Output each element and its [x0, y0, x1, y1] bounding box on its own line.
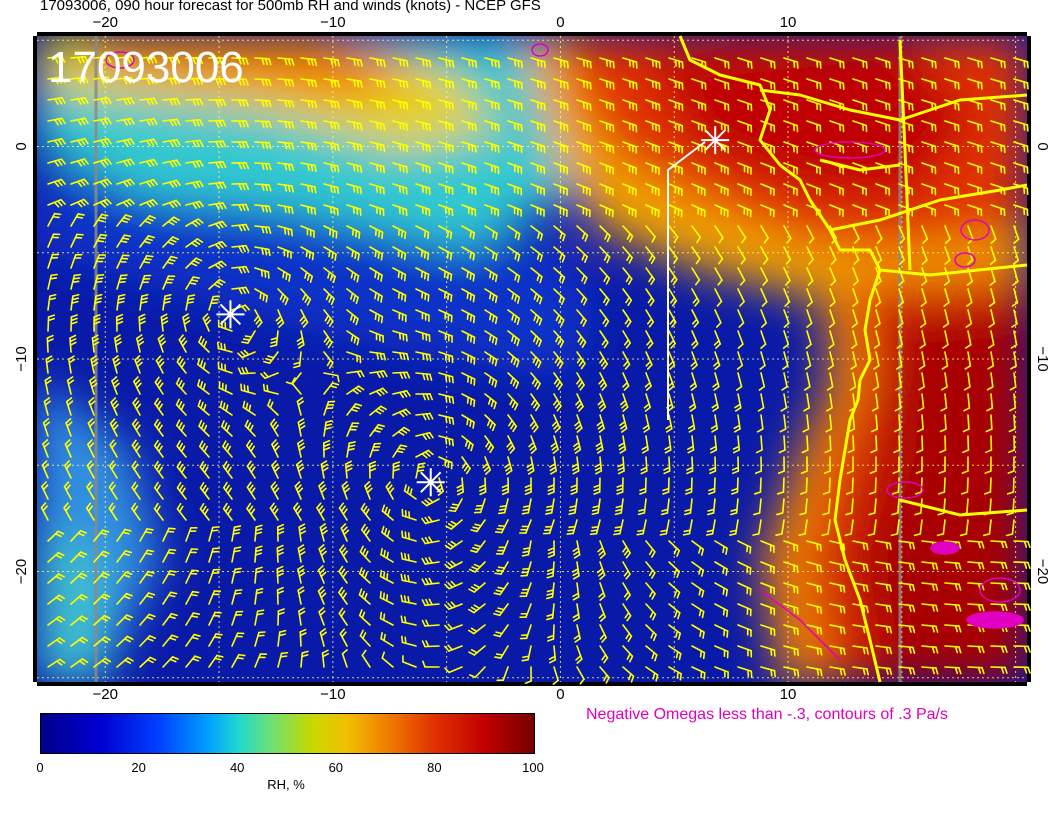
- map-stamp: 17093006: [48, 43, 244, 92]
- x-bottom-tick-label: 0: [556, 686, 564, 700]
- x-top-tick-label: −20: [93, 14, 118, 31]
- colorbar-label: RH, %: [267, 777, 305, 792]
- omega-legend-note: Negative Omegas less than -.3, contours …: [586, 706, 948, 723]
- x-bottom-tick-label: 10: [780, 686, 797, 700]
- y-left-tick-label: −10: [13, 346, 30, 371]
- x-top-tick-label: 10: [780, 14, 797, 31]
- x-bottom-tick-label: −20: [93, 686, 118, 700]
- y-left-tick-label: 0: [13, 142, 30, 150]
- colorbar-tick-label: 80: [427, 760, 442, 775]
- colorbar-tick-label: 0: [36, 760, 44, 775]
- colorbar-tick-label: 100: [522, 760, 544, 775]
- rh-wind-map: 17093006 −20 −10 0 10 −20 −10 0 10 0 −10 −20 0 −10 −2…: [13, 14, 1051, 700]
- y-right-tick-label: 0: [1034, 142, 1051, 150]
- colorbar-tick-label: 20: [131, 760, 146, 775]
- x-top-tick-label: −10: [320, 14, 345, 31]
- storm-marker-3: [701, 126, 730, 155]
- y-left-tick-label: −20: [13, 559, 30, 584]
- y-right-tick-label: −20: [1034, 559, 1051, 584]
- rh-colorbar: [40, 713, 535, 754]
- colorbar-tick-label: 40: [229, 760, 245, 775]
- x-top-tick-label: 0: [556, 14, 564, 31]
- y-right-tick-label: −10: [1034, 346, 1051, 371]
- x-bottom-tick-label: −10: [320, 686, 345, 700]
- storm-marker-2: [416, 468, 445, 497]
- storm-marker-1: [216, 300, 245, 329]
- colorbar-tick-label: 60: [328, 760, 344, 775]
